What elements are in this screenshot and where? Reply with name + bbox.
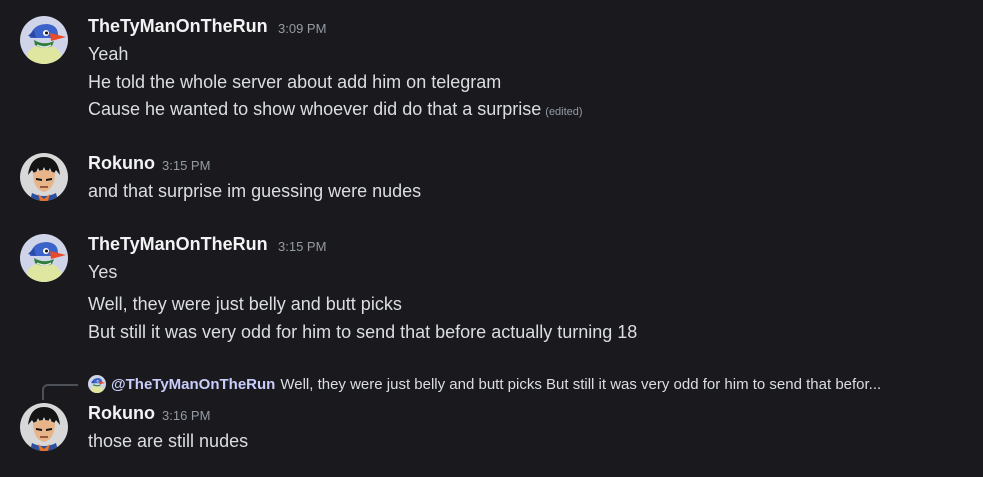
avatar[interactable] [20, 153, 68, 201]
reply-mention[interactable]: @TheTyManOnTheRun [111, 376, 275, 393]
blue-bird-avatar-icon [20, 16, 68, 64]
blue-bird-avatar-icon [88, 375, 106, 393]
message-line: Yeah [88, 44, 129, 64]
reply-avatar [88, 375, 106, 393]
message-line: He told the whole server about add him o… [88, 72, 502, 92]
message-line: Yes [88, 262, 118, 282]
message-line: Well, they were just belly and butt pick… [88, 294, 402, 314]
username[interactable]: Rokuno [88, 403, 155, 424]
timestamp: 3:16 PM [162, 408, 211, 423]
message-line: and that surprise im guessing were nudes [88, 181, 422, 201]
username[interactable]: TheTyManOnTheRun [88, 16, 268, 37]
avatar[interactable] [20, 16, 68, 64]
username[interactable]: TheTyManOnTheRun [88, 234, 268, 255]
username[interactable]: Rokuno [88, 153, 155, 174]
avatar[interactable] [20, 234, 68, 282]
timestamp: 3:15 PM [162, 158, 211, 173]
reply-spine [42, 384, 78, 400]
blue-bird-avatar-icon [20, 234, 68, 282]
timestamp: 3:09 PM [278, 21, 327, 36]
reply-preview[interactable]: @TheTyManOnTheRun Well, they were just b… [88, 373, 881, 395]
reply-text[interactable]: Well, they were just belly and butt pick… [280, 376, 881, 393]
message-line: those are still nudes [88, 431, 249, 451]
timestamp: 3:15 PM [278, 239, 327, 254]
message-line-text: Cause he wanted to show whoever did do t… [88, 99, 542, 119]
avatar[interactable] [20, 403, 68, 451]
edited-label: (edited) [545, 106, 583, 118]
anime-character-avatar-icon [20, 403, 68, 451]
anime-character-avatar-icon [20, 153, 68, 201]
message-line: Cause he wanted to show whoever did do t… [88, 99, 583, 120]
message-line: But still it was very odd for him to sen… [88, 322, 638, 342]
